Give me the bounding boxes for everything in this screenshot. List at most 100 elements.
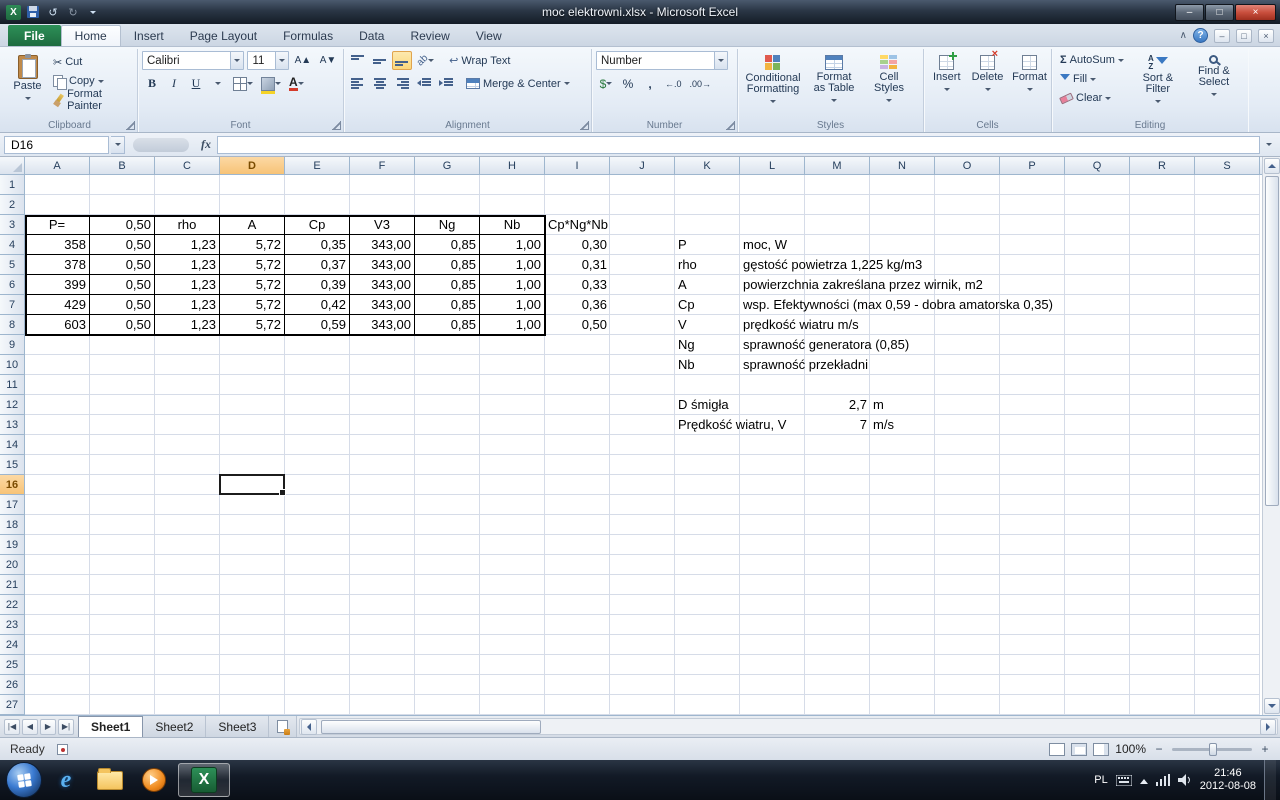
network-icon[interactable] xyxy=(1156,774,1170,786)
redo-button[interactable]: ↻ xyxy=(65,4,81,20)
grow-font-button[interactable]: A▲ xyxy=(292,51,314,70)
language-indicator[interactable]: PL xyxy=(1094,774,1107,786)
tab-home[interactable]: Home xyxy=(61,25,121,46)
sort-filter-button[interactable]: AZ Sort & Filter xyxy=(1132,51,1184,118)
row-header-16[interactable]: 16 xyxy=(0,475,24,495)
cell-D8[interactable]: 5,72 xyxy=(220,315,285,335)
cell-I7[interactable]: 0,36 xyxy=(545,295,610,315)
taskbar-media-player[interactable] xyxy=(134,762,174,798)
cell-K7[interactable]: Cp xyxy=(675,295,740,315)
cell-L6[interactable]: powierzchnia zakreślana przez wirnik, m2 xyxy=(740,275,805,295)
middle-align-button[interactable] xyxy=(370,51,390,70)
cell-G4[interactable]: 0,85 xyxy=(415,235,480,255)
cell-B3[interactable]: 0,50 xyxy=(90,215,155,235)
orientation-button[interactable]: ab xyxy=(414,51,437,70)
cell-L5[interactable]: gęstość powietrza 1,225 kg/m3 xyxy=(740,255,805,275)
italic-button[interactable]: I xyxy=(164,74,184,93)
cell-B6[interactable]: 0,50 xyxy=(90,275,155,295)
formula-input[interactable] xyxy=(217,136,1260,154)
wrap-text-button[interactable]: ↩Wrap Text xyxy=(445,52,514,70)
cell-F7[interactable]: 343,00 xyxy=(350,295,415,315)
restore-button[interactable]: □ xyxy=(1205,4,1234,21)
sheet-tab-sheet2[interactable]: Sheet2 xyxy=(143,716,206,737)
column-header-J[interactable]: J xyxy=(610,157,675,174)
cell-C4[interactable]: 1,23 xyxy=(155,235,220,255)
row-header-1[interactable]: 1 xyxy=(0,175,24,195)
cell-K10[interactable]: Nb xyxy=(675,355,740,375)
row-header-7[interactable]: 7 xyxy=(0,295,24,315)
borders-button[interactable] xyxy=(230,74,256,93)
conditional-formatting-button[interactable]: Conditional Formatting xyxy=(742,51,804,118)
workbook-minimize-button[interactable]: – xyxy=(1214,29,1230,43)
cell-I3[interactable]: Cp*Ng*Nb xyxy=(545,215,610,235)
help-button[interactable]: ? xyxy=(1193,28,1208,43)
row-header-10[interactable]: 10 xyxy=(0,355,24,375)
increase-indent-button[interactable] xyxy=(436,74,456,93)
show-desktop-button[interactable] xyxy=(1264,760,1276,800)
cell-F4[interactable]: 343,00 xyxy=(350,235,415,255)
cell-I5[interactable]: 0,31 xyxy=(545,255,610,275)
column-header-G[interactable]: G xyxy=(415,157,480,174)
vertical-scroll-thumb[interactable] xyxy=(1265,176,1279,506)
cell-I8[interactable]: 0,50 xyxy=(545,315,610,335)
row-header-25[interactable]: 25 xyxy=(0,655,24,675)
underline-button[interactable]: U xyxy=(186,74,206,93)
column-header-L[interactable]: L xyxy=(740,157,805,174)
column-header-H[interactable]: H xyxy=(480,157,545,174)
sheet-tab-sheet1[interactable]: Sheet1 xyxy=(78,716,143,737)
cell-C8[interactable]: 1,23 xyxy=(155,315,220,335)
selected-cell-D16[interactable] xyxy=(219,474,285,495)
column-header-R[interactable]: R xyxy=(1130,157,1195,174)
cell-L8[interactable]: prędkość wiatru m/s xyxy=(740,315,805,335)
cell-K9[interactable]: Ng xyxy=(675,335,740,355)
undo-button[interactable]: ↺ xyxy=(45,4,61,20)
column-header-P[interactable]: P xyxy=(1000,157,1065,174)
column-header-M[interactable]: M xyxy=(805,157,870,174)
column-header-K[interactable]: K xyxy=(675,157,740,174)
save-button[interactable] xyxy=(25,4,41,20)
decrease-decimal-button[interactable]: .00→ xyxy=(687,74,715,93)
align-left-button[interactable] xyxy=(348,74,368,93)
qat-customize-button[interactable] xyxy=(85,4,101,20)
horizontal-scroll-thumb[interactable] xyxy=(321,720,541,734)
scroll-up-button[interactable] xyxy=(1264,158,1280,174)
tab-data[interactable]: Data xyxy=(346,25,397,46)
cell-I6[interactable]: 0,33 xyxy=(545,275,610,295)
tab-insert[interactable]: Insert xyxy=(121,25,177,46)
row-header-2[interactable]: 2 xyxy=(0,195,24,215)
row-header-9[interactable]: 9 xyxy=(0,335,24,355)
cut-button[interactable]: ✂Cut xyxy=(49,53,133,71)
cell-H7[interactable]: 1,00 xyxy=(480,295,545,315)
cell-B5[interactable]: 0,50 xyxy=(90,255,155,275)
format-painter-button[interactable]: Format Painter xyxy=(49,91,133,109)
paste-button[interactable]: Paste xyxy=(6,51,49,118)
bold-button[interactable]: B xyxy=(142,74,162,93)
row-header-21[interactable]: 21 xyxy=(0,575,24,595)
cell-K8[interactable]: V xyxy=(675,315,740,335)
column-header-D[interactable]: D xyxy=(220,157,285,174)
top-align-button[interactable] xyxy=(348,51,368,70)
row-header-4[interactable]: 4 xyxy=(0,235,24,255)
bottom-align-button[interactable] xyxy=(392,51,412,70)
scroll-down-button[interactable] xyxy=(1264,698,1280,714)
keyboard-icon[interactable] xyxy=(1116,775,1132,786)
expand-formula-bar-button[interactable] xyxy=(1262,140,1276,149)
cell-C3[interactable]: rho xyxy=(155,215,220,235)
cell-F6[interactable]: 343,00 xyxy=(350,275,415,295)
number-dialog-launcher[interactable] xyxy=(726,121,735,130)
cell-H4[interactable]: 1,00 xyxy=(480,235,545,255)
cell-G3[interactable]: Ng xyxy=(415,215,480,235)
row-header-20[interactable]: 20 xyxy=(0,555,24,575)
cell-C5[interactable]: 1,23 xyxy=(155,255,220,275)
row-header-3[interactable]: 3 xyxy=(0,215,24,235)
cell-A7[interactable]: 429 xyxy=(25,295,90,315)
cell-G7[interactable]: 0,85 xyxy=(415,295,480,315)
cell-E7[interactable]: 0,42 xyxy=(285,295,350,315)
insert-worksheet-button[interactable] xyxy=(269,716,297,737)
page-layout-view-button[interactable] xyxy=(1071,743,1087,756)
select-all-button[interactable] xyxy=(0,157,25,175)
zoom-level[interactable]: 100% xyxy=(1115,742,1146,756)
cell-N13[interactable]: m/s xyxy=(870,415,935,435)
row-header-17[interactable]: 17 xyxy=(0,495,24,515)
increase-decimal-button[interactable]: ←.0 xyxy=(662,74,685,93)
